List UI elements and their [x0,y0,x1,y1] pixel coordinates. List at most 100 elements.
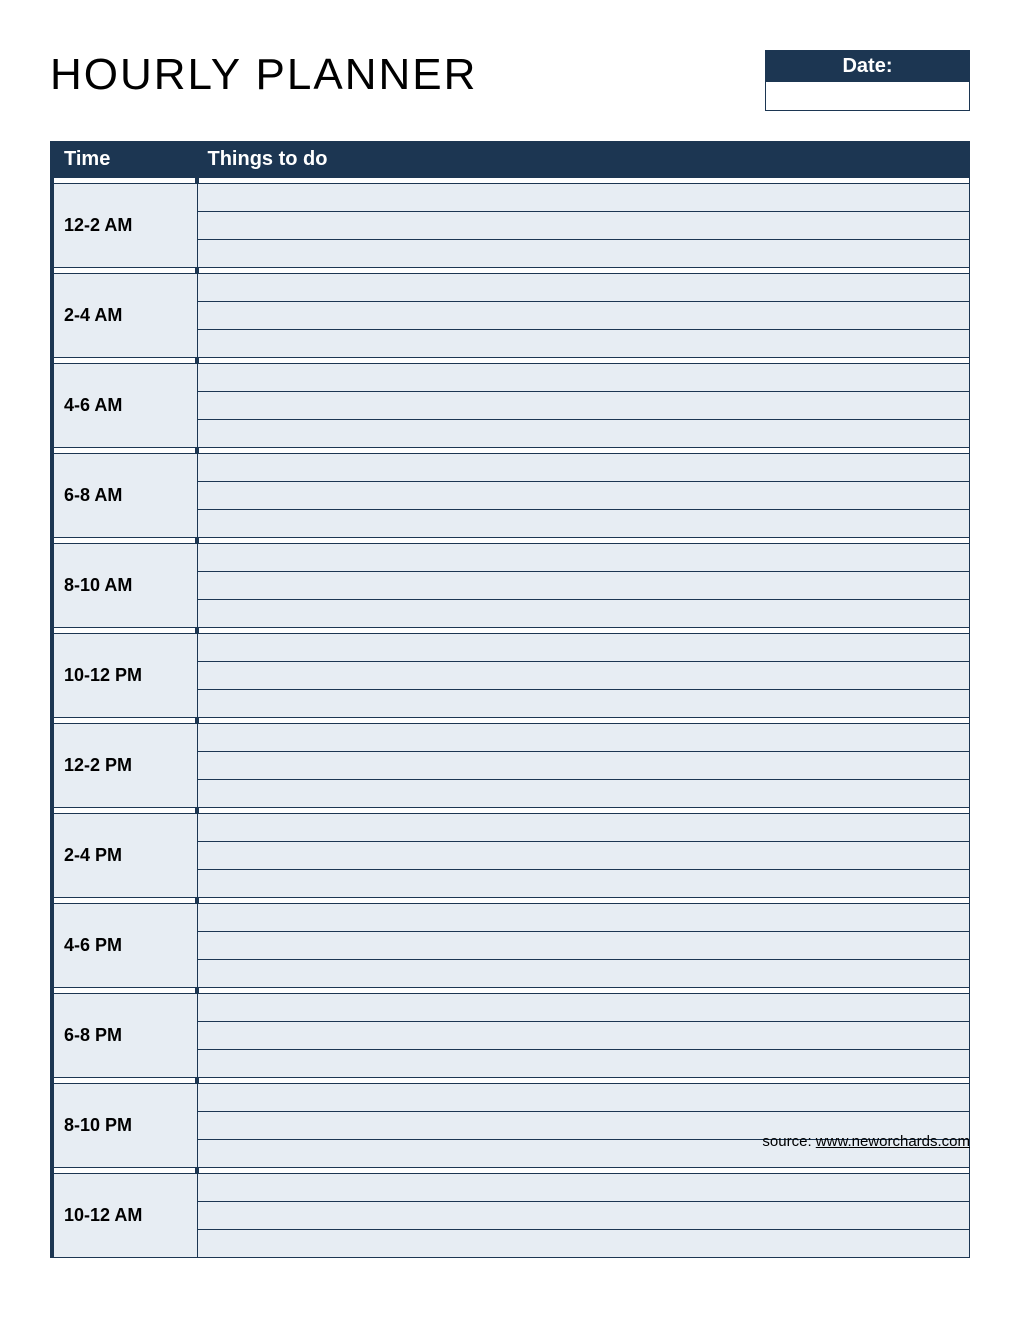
time-cell: 2-4 PM [52,814,197,898]
todo-input[interactable] [198,960,970,987]
todo-cell [197,510,970,538]
table-row: 4-6 PM [52,904,970,932]
todo-cell [197,904,970,932]
todo-input[interactable] [198,184,970,211]
footer-link[interactable]: www.neworchards.com [816,1133,970,1150]
todo-input[interactable] [198,482,970,509]
todo-input[interactable] [198,330,970,357]
todo-cell [197,994,970,1022]
todo-cell [197,932,970,960]
todo-input[interactable] [198,752,970,779]
date-box: Date: [765,50,970,111]
todo-input[interactable] [198,454,970,481]
todo-input[interactable] [198,662,970,689]
todo-cell [197,1050,970,1078]
date-label: Date: [766,51,969,82]
time-cell: 12-2 AM [52,184,197,268]
todo-input[interactable] [198,572,970,599]
table-row: 6-8 AM [52,454,970,482]
time-cell: 10-12 PM [52,634,197,718]
footer: source: www.neworchards.com [762,1133,970,1150]
table-row: 8-10 AM [52,544,970,572]
todo-input[interactable] [198,212,970,239]
todo-input[interactable] [198,814,970,841]
table-row: 2-4 AM [52,274,970,302]
todo-input[interactable] [198,1050,970,1077]
time-cell: 4-6 PM [52,904,197,988]
table-row: 10-12 PM [52,634,970,662]
todo-cell [197,184,970,212]
todo-input[interactable] [198,420,970,447]
time-cell: 6-8 PM [52,994,197,1078]
time-cell: 8-10 AM [52,544,197,628]
todo-cell [197,572,970,600]
todo-cell [197,330,970,358]
todo-input[interactable] [198,510,970,537]
todo-cell [197,842,970,870]
todo-input[interactable] [198,994,970,1021]
planner-table: Time Things to do 12-2 AM2-4 AM4-6 AM6-8… [50,141,970,1258]
todo-cell [197,274,970,302]
todo-input[interactable] [198,274,970,301]
todo-input[interactable] [198,1174,970,1201]
page-title: HOURLY PLANNER [50,50,477,100]
table-row: 10-12 AM [52,1174,970,1202]
todo-cell [197,752,970,780]
time-cell: 2-4 AM [52,274,197,358]
todo-cell [197,212,970,240]
column-header-todo: Things to do [197,142,970,178]
todo-cell [197,870,970,898]
table-row: 2-4 PM [52,814,970,842]
todo-input[interactable] [198,364,970,391]
time-cell: 4-6 AM [52,364,197,448]
todo-input[interactable] [198,1022,970,1049]
todo-input[interactable] [198,240,970,267]
table-row: 12-2 AM [52,184,970,212]
todo-input[interactable] [198,600,970,627]
table-row: 6-8 PM [52,994,970,1022]
todo-cell [197,1202,970,1230]
todo-cell [197,600,970,628]
todo-cell [197,364,970,392]
header: HOURLY PLANNER Date: [50,50,970,111]
todo-cell [197,1230,970,1258]
todo-input[interactable] [198,904,970,931]
todo-input[interactable] [198,1202,970,1229]
todo-input[interactable] [198,780,970,807]
todo-cell [197,634,970,662]
todo-cell [197,814,970,842]
todo-cell [197,1174,970,1202]
todo-cell [197,240,970,268]
todo-cell [197,780,970,808]
todo-input[interactable] [198,842,970,869]
todo-cell [197,662,970,690]
table-row: 8-10 PM [52,1084,970,1112]
todo-input[interactable] [198,690,970,717]
todo-cell [197,420,970,448]
time-cell: 6-8 AM [52,454,197,538]
time-cell: 10-12 AM [52,1174,197,1258]
todo-input[interactable] [198,870,970,897]
todo-input[interactable] [198,634,970,661]
todo-cell [197,392,970,420]
todo-input[interactable] [198,1084,970,1111]
todo-input[interactable] [198,932,970,959]
table-row: 12-2 PM [52,724,970,752]
time-cell: 8-10 PM [52,1084,197,1168]
todo-cell [197,482,970,510]
todo-input[interactable] [198,302,970,329]
todo-cell [197,1022,970,1050]
todo-input[interactable] [198,1230,970,1257]
table-row: 4-6 AM [52,364,970,392]
todo-cell [197,960,970,988]
todo-cell [197,690,970,718]
todo-input[interactable] [198,724,970,751]
todo-cell [197,454,970,482]
todo-cell [197,724,970,752]
footer-prefix: source: [762,1133,815,1150]
todo-cell [197,302,970,330]
date-input[interactable] [766,82,969,110]
todo-input[interactable] [198,544,970,571]
todo-input[interactable] [198,392,970,419]
todo-cell [197,1084,970,1112]
